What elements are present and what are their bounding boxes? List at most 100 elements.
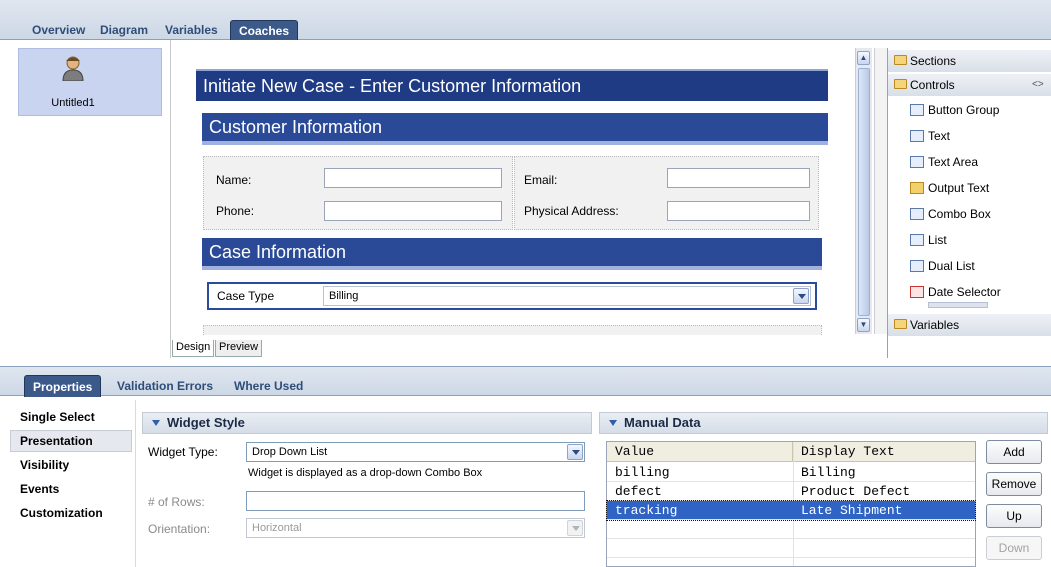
column-header-value[interactable]: Value xyxy=(607,442,793,462)
tab-preview[interactable]: Preview xyxy=(215,340,263,357)
table-row[interactable]: defect Product Defect xyxy=(607,482,975,501)
case-section-heading: Case Information xyxy=(202,238,822,270)
control-label: Button Group xyxy=(928,103,1000,117)
palette-variables[interactable]: Variables xyxy=(888,314,1051,336)
scroll-up-icon[interactable]: ▲ xyxy=(857,51,870,65)
chevron-down-icon[interactable] xyxy=(567,444,583,460)
category-single-select[interactable]: Single Select xyxy=(20,406,95,428)
control-combo-box[interactable]: Combo Box xyxy=(910,206,991,222)
manual-data-table[interactable]: Value Display Text billing Billing defec… xyxy=(606,441,976,567)
palette-controls[interactable]: Controls <> xyxy=(888,74,1051,96)
remove-button[interactable]: Remove xyxy=(986,472,1042,496)
control-label: Text Area xyxy=(928,155,979,169)
cell-display-text: Late Shipment xyxy=(801,503,903,518)
tab-overview[interactable]: Overview xyxy=(32,20,85,40)
address-label: Physical Address: xyxy=(524,204,619,218)
widget-type-select[interactable]: Drop Down List xyxy=(246,442,585,462)
scroll-down-icon[interactable]: ▼ xyxy=(857,318,870,332)
control-text[interactable]: Text xyxy=(910,128,950,144)
category-divider xyxy=(135,400,136,567)
collapse-icon[interactable]: <> xyxy=(1032,74,1044,96)
coach-item-label: Untitled1 xyxy=(51,97,95,109)
rows-input[interactable] xyxy=(246,491,585,511)
widget-style-title: Widget Style xyxy=(167,415,245,430)
customer-section-heading: Customer Information xyxy=(202,113,828,145)
case-type-label: Case Type xyxy=(217,289,275,303)
case-type-value: Billing xyxy=(329,290,359,302)
address-field[interactable] xyxy=(667,201,810,221)
bottom-tab-bar: Properties Validation Errors Where Used xyxy=(0,366,1051,397)
add-button[interactable]: Add xyxy=(986,440,1042,464)
tab-properties[interactable]: Properties xyxy=(24,375,102,397)
button-group-icon xyxy=(910,104,924,116)
control-label: List xyxy=(928,233,947,247)
category-presentation[interactable]: Presentation xyxy=(20,430,93,452)
phone-label: Phone: xyxy=(216,204,255,218)
form-title: Initiate New Case - Enter Customer Infor… xyxy=(196,69,828,101)
table-row[interactable]: billing Billing xyxy=(607,463,975,482)
palette-sections-label: Sections xyxy=(910,54,957,68)
orientation-select[interactable]: Horizontal xyxy=(246,518,585,538)
chevron-down-icon[interactable] xyxy=(793,288,809,304)
canvas-scrollbar[interactable]: ▲ ▼ xyxy=(855,48,872,334)
dual-list-icon xyxy=(910,260,924,272)
combo-box-icon xyxy=(910,208,924,220)
name-field[interactable] xyxy=(324,168,502,188)
chevron-down-icon[interactable] xyxy=(567,520,583,536)
tab-where-used[interactable]: Where Used xyxy=(234,375,303,397)
control-text-area[interactable]: Text Area xyxy=(910,154,978,170)
case-type-select[interactable]: Billing xyxy=(323,286,811,306)
cell-value: defect xyxy=(615,484,662,499)
palette-splitter[interactable] xyxy=(874,48,887,334)
table-row-empty[interactable] xyxy=(607,520,975,539)
control-output-text[interactable]: Output Text xyxy=(910,180,989,196)
cell-value: tracking xyxy=(615,503,678,518)
canvas-divider xyxy=(170,40,171,358)
control-label: Combo Box xyxy=(928,207,991,221)
palette-scroll-indicator[interactable] xyxy=(928,302,988,308)
table-row-selected[interactable]: tracking Late Shipment xyxy=(606,500,976,521)
control-date-selector[interactable]: Date Selector xyxy=(910,284,1001,300)
up-button[interactable]: Up xyxy=(986,504,1042,528)
palette-sections[interactable]: Sections xyxy=(888,50,1051,72)
text-area-icon xyxy=(910,156,924,168)
name-label: Name: xyxy=(216,173,252,187)
control-label: Text xyxy=(928,129,951,143)
palette-controls-label: Controls xyxy=(910,78,955,92)
folder-icon xyxy=(894,319,907,329)
cell-display-text: Product Defect xyxy=(801,484,911,499)
folder-icon xyxy=(894,55,907,65)
orientation-value: Horizontal xyxy=(252,522,302,534)
control-label: Date Selector xyxy=(928,285,1001,299)
palette-variables-label: Variables xyxy=(910,318,960,332)
coach-list-item[interactable]: Untitled1 xyxy=(18,48,162,116)
widget-style-header[interactable]: Widget Style xyxy=(142,412,592,434)
editor-tab-bar: Overview Diagram Variables Coaches xyxy=(0,0,1051,40)
control-dual-list[interactable]: Dual List xyxy=(910,258,975,274)
category-events[interactable]: Events xyxy=(20,478,59,500)
down-button[interactable]: Down xyxy=(986,536,1042,560)
phone-field[interactable] xyxy=(324,201,502,221)
category-visibility[interactable]: Visibility xyxy=(20,454,69,476)
control-button-group[interactable]: Button Group xyxy=(910,102,999,118)
manual-data-header[interactable]: Manual Data xyxy=(599,412,1048,434)
column-header-display-text[interactable]: Display Text xyxy=(793,442,975,462)
control-list[interactable]: List xyxy=(910,232,947,248)
category-customization[interactable]: Customization xyxy=(20,502,103,524)
rows-label: # of Rows: xyxy=(148,495,205,509)
collapse-triangle-icon[interactable] xyxy=(152,420,160,426)
email-field[interactable] xyxy=(667,168,810,188)
collapse-triangle-icon[interactable] xyxy=(609,420,617,426)
table-row-empty[interactable] xyxy=(607,539,975,558)
calendar-icon xyxy=(910,286,924,298)
control-label: Dual List xyxy=(928,259,975,273)
tab-diagram[interactable]: Diagram xyxy=(100,20,148,40)
scroll-thumb[interactable] xyxy=(858,68,870,316)
tab-coaches[interactable]: Coaches xyxy=(230,20,299,40)
manual-data-title: Manual Data xyxy=(624,415,701,430)
case-type-row[interactable]: Case Type Billing xyxy=(207,282,817,310)
folder-open-icon xyxy=(894,79,907,89)
tab-validation-errors[interactable]: Validation Errors xyxy=(117,375,213,397)
tab-design[interactable]: Design xyxy=(172,340,215,357)
tab-variables[interactable]: Variables xyxy=(165,20,218,40)
